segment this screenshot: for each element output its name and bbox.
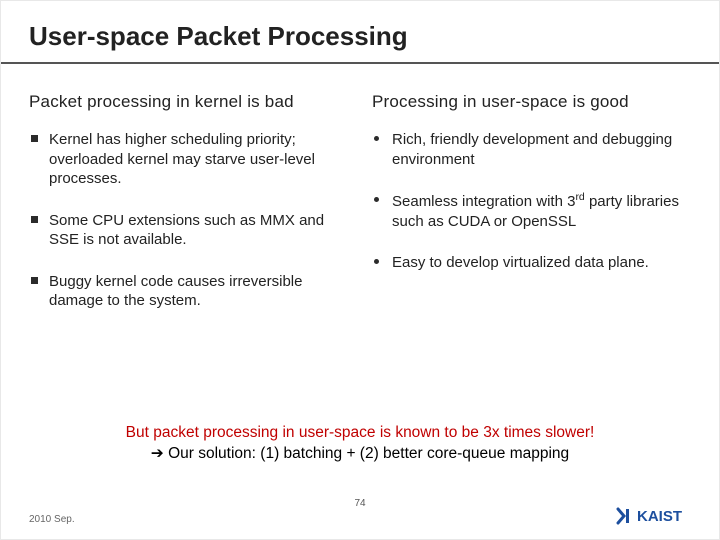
text: Seamless integration with 3 [392,193,575,210]
footer-date: 2010 Sep. [29,514,75,525]
right-column: Processing in user-space is good Rich, f… [372,92,691,333]
list-item: Easy to develop virtualized data plane. [372,253,691,273]
summary-block: But packet processing in user-space is k… [1,423,719,465]
list-item: Kernel has higher scheduling priority; o… [29,130,348,189]
arrow-icon: ➔ [151,445,164,462]
right-heading: Processing in user-space is good [372,92,691,130]
list-item: Rich, friendly development and debugging… [372,130,691,169]
logo-text-icon: KAIST [637,507,695,525]
right-list: Rich, friendly development and debugging… [372,130,691,273]
summary-line-1: But packet processing in user-space is k… [1,423,719,444]
left-list: Kernel has higher scheduling priority; o… [29,130,348,311]
footer-page-number: 74 [354,498,365,509]
superscript: rd [575,191,584,203]
summary-line-2: ➔ Our solution: (1) batching + (2) bette… [1,444,719,465]
columns: Packet processing in kernel is bad Kerne… [1,64,719,333]
list-item: Seamless integration with 3rd party libr… [372,191,691,231]
list-item: Some CPU extensions such as MMX and SSE … [29,211,348,250]
left-column: Packet processing in kernel is bad Kerne… [29,92,348,333]
logo-mark-icon [615,507,633,525]
slide-title: User-space Packet Processing [1,1,719,52]
text: Rich, friendly development and debugging… [392,131,672,168]
list-item: Buggy kernel code causes irreversible da… [29,272,348,311]
text: Our solution: (1) batching + (2) better … [164,445,569,462]
text: Easy to develop virtualized data plane. [392,254,649,271]
slide: User-space Packet Processing Packet proc… [0,0,720,540]
svg-text:KAIST: KAIST [637,508,682,525]
left-heading: Packet processing in kernel is bad [29,92,348,130]
kaist-logo: KAIST [615,507,695,525]
